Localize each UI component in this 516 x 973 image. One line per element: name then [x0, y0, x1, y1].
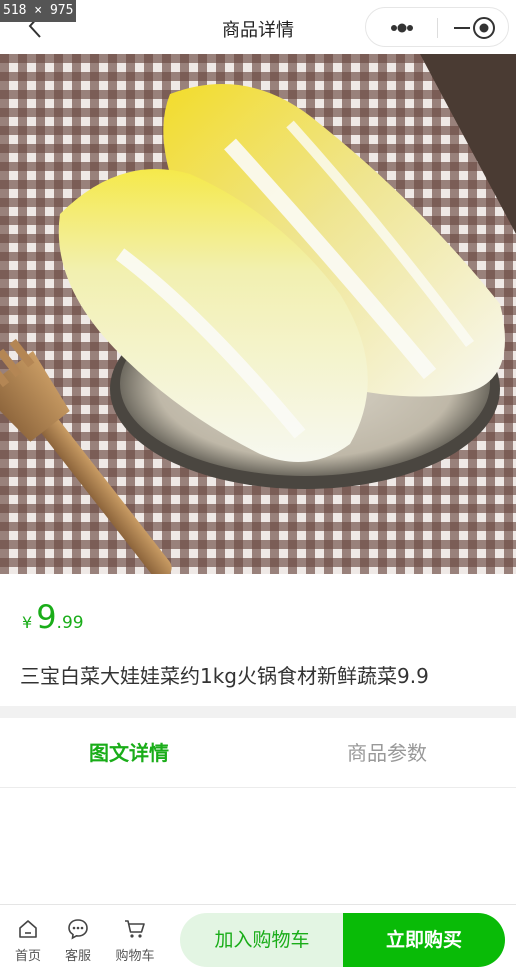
cart-button[interactable]: 购物车: [110, 917, 160, 964]
shopping-cart-icon: [125, 920, 145, 938]
price-decimal: .99: [56, 613, 84, 633]
miniprogram-capsule: [365, 7, 509, 47]
nav-header: 518 × 975 商品详情: [0, 0, 516, 54]
home-label: 首页: [14, 949, 41, 964]
tab-product-params[interactable]: 商品参数: [258, 718, 516, 788]
section-divider: [0, 706, 516, 718]
close-target-icon: [473, 17, 495, 39]
home-icon: [19, 920, 37, 938]
more-button[interactable]: [380, 18, 424, 38]
buy-now-button[interactable]: 立即购买: [343, 913, 505, 967]
home-button[interactable]: 首页: [3, 917, 53, 964]
price-currency: ¥: [22, 613, 33, 632]
detail-tabs: 图文详情 商品参数: [0, 718, 516, 788]
price-integer: 9: [36, 598, 57, 636]
napa-cabbage-photo: [0, 54, 516, 574]
more-dots-icon: [391, 23, 413, 33]
cart-label: 购物车: [115, 949, 155, 964]
capsule-divider: [437, 18, 438, 38]
customer-service-button[interactable]: 客服: [53, 917, 103, 964]
service-label: 客服: [64, 949, 91, 964]
product-title: 三宝白菜大娃娃菜约1kg火锅食材新鲜蔬菜9.9: [20, 664, 429, 688]
add-to-cart-button[interactable]: 加入购物车: [180, 913, 344, 967]
product-price: ¥9.99: [22, 598, 84, 636]
chat-bubble-icon: [68, 919, 88, 940]
close-button[interactable]: [470, 14, 498, 42]
tab-image-details[interactable]: 图文详情: [0, 718, 258, 788]
bottom-action-bar: 首页 客服 购物车 加入购物车 立即购买: [0, 904, 516, 973]
product-image[interactable]: [0, 54, 516, 574]
